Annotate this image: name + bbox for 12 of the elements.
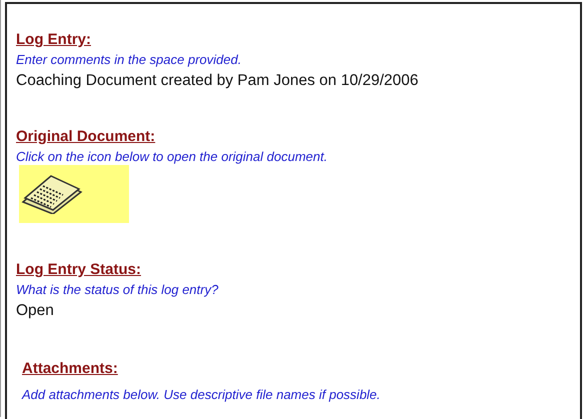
instruction-text: What is the status of this log entry? [16, 281, 220, 299]
instruction-text: Enter comments in the space provided. [16, 51, 242, 69]
document-icon-button[interactable] [19, 165, 129, 223]
section-heading: Attachments: [22, 359, 118, 379]
paper-stack-icon [21, 174, 83, 214]
instruction-text: Click on the icon below to open the original document. [16, 148, 328, 166]
field-value: Coaching Document created by Pam Jones on 10/29/2006 [16, 71, 420, 91]
section-heading: Original Document: [16, 127, 156, 147]
section-heading: Log Entry: [16, 30, 91, 50]
section-heading: Log Entry Status: [16, 260, 142, 280]
field-value: Open [16, 301, 55, 321]
instruction-text: Add attachments below. Use descriptive file names if possible. [22, 386, 382, 404]
